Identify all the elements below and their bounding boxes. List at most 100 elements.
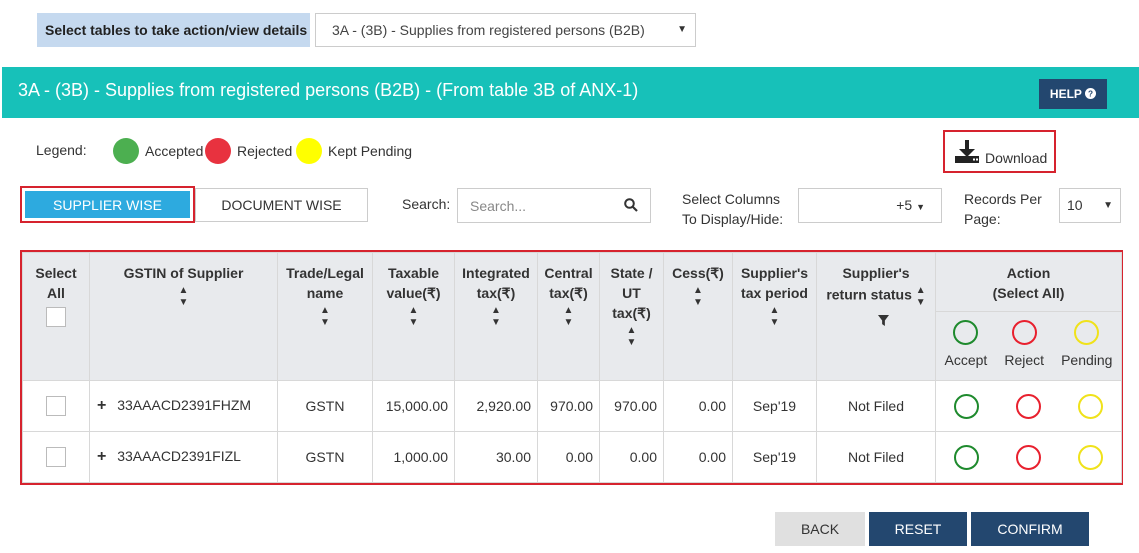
records-label: Records Per Page: <box>964 189 1042 229</box>
sort-icon: ▲ ▼ <box>915 285 926 308</box>
legend-rejected-label: Rejected <box>237 143 293 159</box>
search-label: Search: <box>402 196 451 212</box>
central-cell: 0.00 <box>537 431 600 483</box>
pending-radio[interactable] <box>1077 444 1103 470</box>
pending-radio[interactable] <box>1077 393 1103 419</box>
table-header-row: Select All GSTIN of Supplier ▲ ▼ Trade/Le… <box>22 252 1122 381</box>
status-cell: Not Filed <box>816 380 936 432</box>
integrated-cell: 2,920.00 <box>454 380 538 432</box>
table-row: + 33AAACD2391FIZL GSTN 1,000.00 30.00 0.… <box>22 431 1122 483</box>
table-row: + 33AAACD2391FHZM GSTN 15,000.00 2,920.0… <box>22 380 1122 432</box>
tab-document-wise[interactable]: DOCUMENT WISE <box>195 188 368 222</box>
reject-all-radio[interactable] <box>1011 320 1037 345</box>
section-title: 3A - (3B) - Supplies from registered per… <box>18 80 639 100</box>
state-cell: 0.00 <box>599 431 664 483</box>
col-central-tax[interactable]: Central tax(₹) ▲ ▼ <box>537 252 600 381</box>
columns-label-line2: To Display/Hide: <box>682 211 784 227</box>
help-button[interactable]: HELP ? <box>1039 79 1107 109</box>
legend-rejected-dot <box>205 138 231 164</box>
central-cell: 970.00 <box>537 380 600 432</box>
records-value: 10 <box>1067 197 1083 213</box>
columns-label: Select Columns To Display/Hide: <box>682 189 783 229</box>
back-button[interactable]: BACK <box>775 512 865 546</box>
sort-icon: ▲ ▼ <box>626 325 637 348</box>
download-label: Download <box>985 150 1048 166</box>
sort-icon: ▲ ▼ <box>408 305 419 328</box>
table-selector-dropdown[interactable]: 3A - (3B) - Supplies from registered per… <box>315 13 696 47</box>
caret-down-icon: ▼ <box>677 24 687 35</box>
records-label-line2: Page: <box>964 211 1001 227</box>
col-return-status[interactable]: Supplier's return status ▲ ▼ <box>816 252 936 381</box>
expand-plus-icon[interactable]: + <box>97 397 106 414</box>
accept-all-radio[interactable] <box>953 320 979 345</box>
col-trade-name[interactable]: Trade/Legal name ▲ ▼ <box>277 252 373 381</box>
col-cess[interactable]: Cess(₹) ▲ ▼ <box>663 252 733 381</box>
records-per-page-select[interactable]: 10 ▼ <box>1059 188 1121 223</box>
period-cell: Sep'19 <box>732 380 817 432</box>
pending-all-radio[interactable] <box>1074 320 1100 345</box>
reject-radio[interactable] <box>1015 444 1041 470</box>
cess-cell: 0.00 <box>663 380 733 432</box>
legend-pending-dot <box>296 138 322 164</box>
tab-supplier-wise[interactable]: SUPPLIER WISE <box>20 186 195 223</box>
supplier-table-container: Select All GSTIN of Supplier ▲ ▼ Trade/Le… <box>20 250 1123 485</box>
columns-dropdown[interactable]: +5 ▼ <box>798 188 942 223</box>
trade-cell: GSTN <box>277 431 373 483</box>
col-action: Action (Select All) Accept Reject Pendin… <box>935 252 1122 381</box>
download-button[interactable]: Download <box>943 130 1056 173</box>
sort-icon: ▲ ▼ <box>769 305 780 328</box>
question-circle-icon: ? <box>1085 88 1097 99</box>
confirm-button[interactable]: CONFIRM <box>971 512 1089 546</box>
reject-radio[interactable] <box>1015 393 1041 419</box>
search-box <box>457 188 651 223</box>
sort-icon: ▲ ▼ <box>178 285 189 308</box>
col-gstin[interactable]: GSTIN of Supplier ▲ ▼ <box>89 252 278 381</box>
col-integrated-tax[interactable]: Integrated tax(₹) ▲ ▼ <box>454 252 538 381</box>
sort-icon: ▲ ▼ <box>491 305 501 328</box>
action-select-all: Accept Reject Pending <box>936 311 1121 370</box>
download-icon <box>955 140 979 163</box>
col-state-tax[interactable]: State / UT tax(₹) ▲ ▼ <box>599 252 664 381</box>
gstin-cell: 33AAACD2391FHZM <box>117 397 252 413</box>
search-icon[interactable] <box>624 198 638 212</box>
table-selector-label: Select tables to take action/view detail… <box>37 13 310 47</box>
legend-pending-label: Kept Pending <box>328 143 413 159</box>
legend-label: Legend: <box>36 142 87 158</box>
search-input[interactable] <box>458 189 608 222</box>
columns-value: +5 <box>896 197 913 213</box>
state-cell: 970.00 <box>599 380 664 432</box>
col-taxable-value[interactable]: Taxable value(₹) ▲ ▼ <box>372 252 455 381</box>
sort-icon: ▲ ▼ <box>320 305 330 328</box>
help-label: HELP <box>1049 87 1082 101</box>
row-checkbox[interactable] <box>46 396 66 416</box>
gstin-cell: 33AAACD2391FIZL <box>117 448 241 464</box>
table-selector-value: 3A - (3B) - Supplies from registered per… <box>332 22 645 38</box>
svg-text:?: ? <box>1088 90 1093 99</box>
row-checkbox[interactable] <box>46 447 66 467</box>
legend-accepted-dot <box>113 138 139 164</box>
col-tax-period[interactable]: Supplier's tax period ▲ ▼ <box>732 252 817 381</box>
cess-cell: 0.00 <box>663 431 733 483</box>
supplier-table: Select All GSTIN of Supplier ▲ ▼ Trade/Le… <box>22 252 1122 483</box>
filter-icon[interactable] <box>877 314 889 326</box>
period-cell: Sep'19 <box>732 431 817 483</box>
accept-all[interactable]: Accept <box>945 320 987 370</box>
sort-icon: ▲ ▼ <box>693 285 703 308</box>
caret-down-icon: ▼ <box>1103 200 1113 211</box>
reject-all[interactable]: Reject <box>1004 320 1044 370</box>
trade-cell: GSTN <box>277 380 373 432</box>
pending-all[interactable]: Pending <box>1061 320 1112 370</box>
columns-label-line1: Select Columns <box>682 191 781 207</box>
caret-down-icon: ▼ <box>916 202 925 212</box>
accept-radio[interactable] <box>954 393 980 419</box>
records-label-line1: Records Per <box>964 191 1042 207</box>
accept-radio[interactable] <box>954 444 980 470</box>
integrated-cell: 30.00 <box>454 431 538 483</box>
expand-plus-icon[interactable]: + <box>97 448 106 465</box>
section-banner: 3A - (3B) - Supplies from registered per… <box>2 67 1139 118</box>
select-all-checkbox[interactable] <box>46 307 66 327</box>
legend-accepted-label: Accepted <box>145 143 204 159</box>
status-cell: Not Filed <box>816 431 936 483</box>
col-select-all: Select All <box>22 252 90 381</box>
reset-button[interactable]: RESET <box>869 512 967 546</box>
